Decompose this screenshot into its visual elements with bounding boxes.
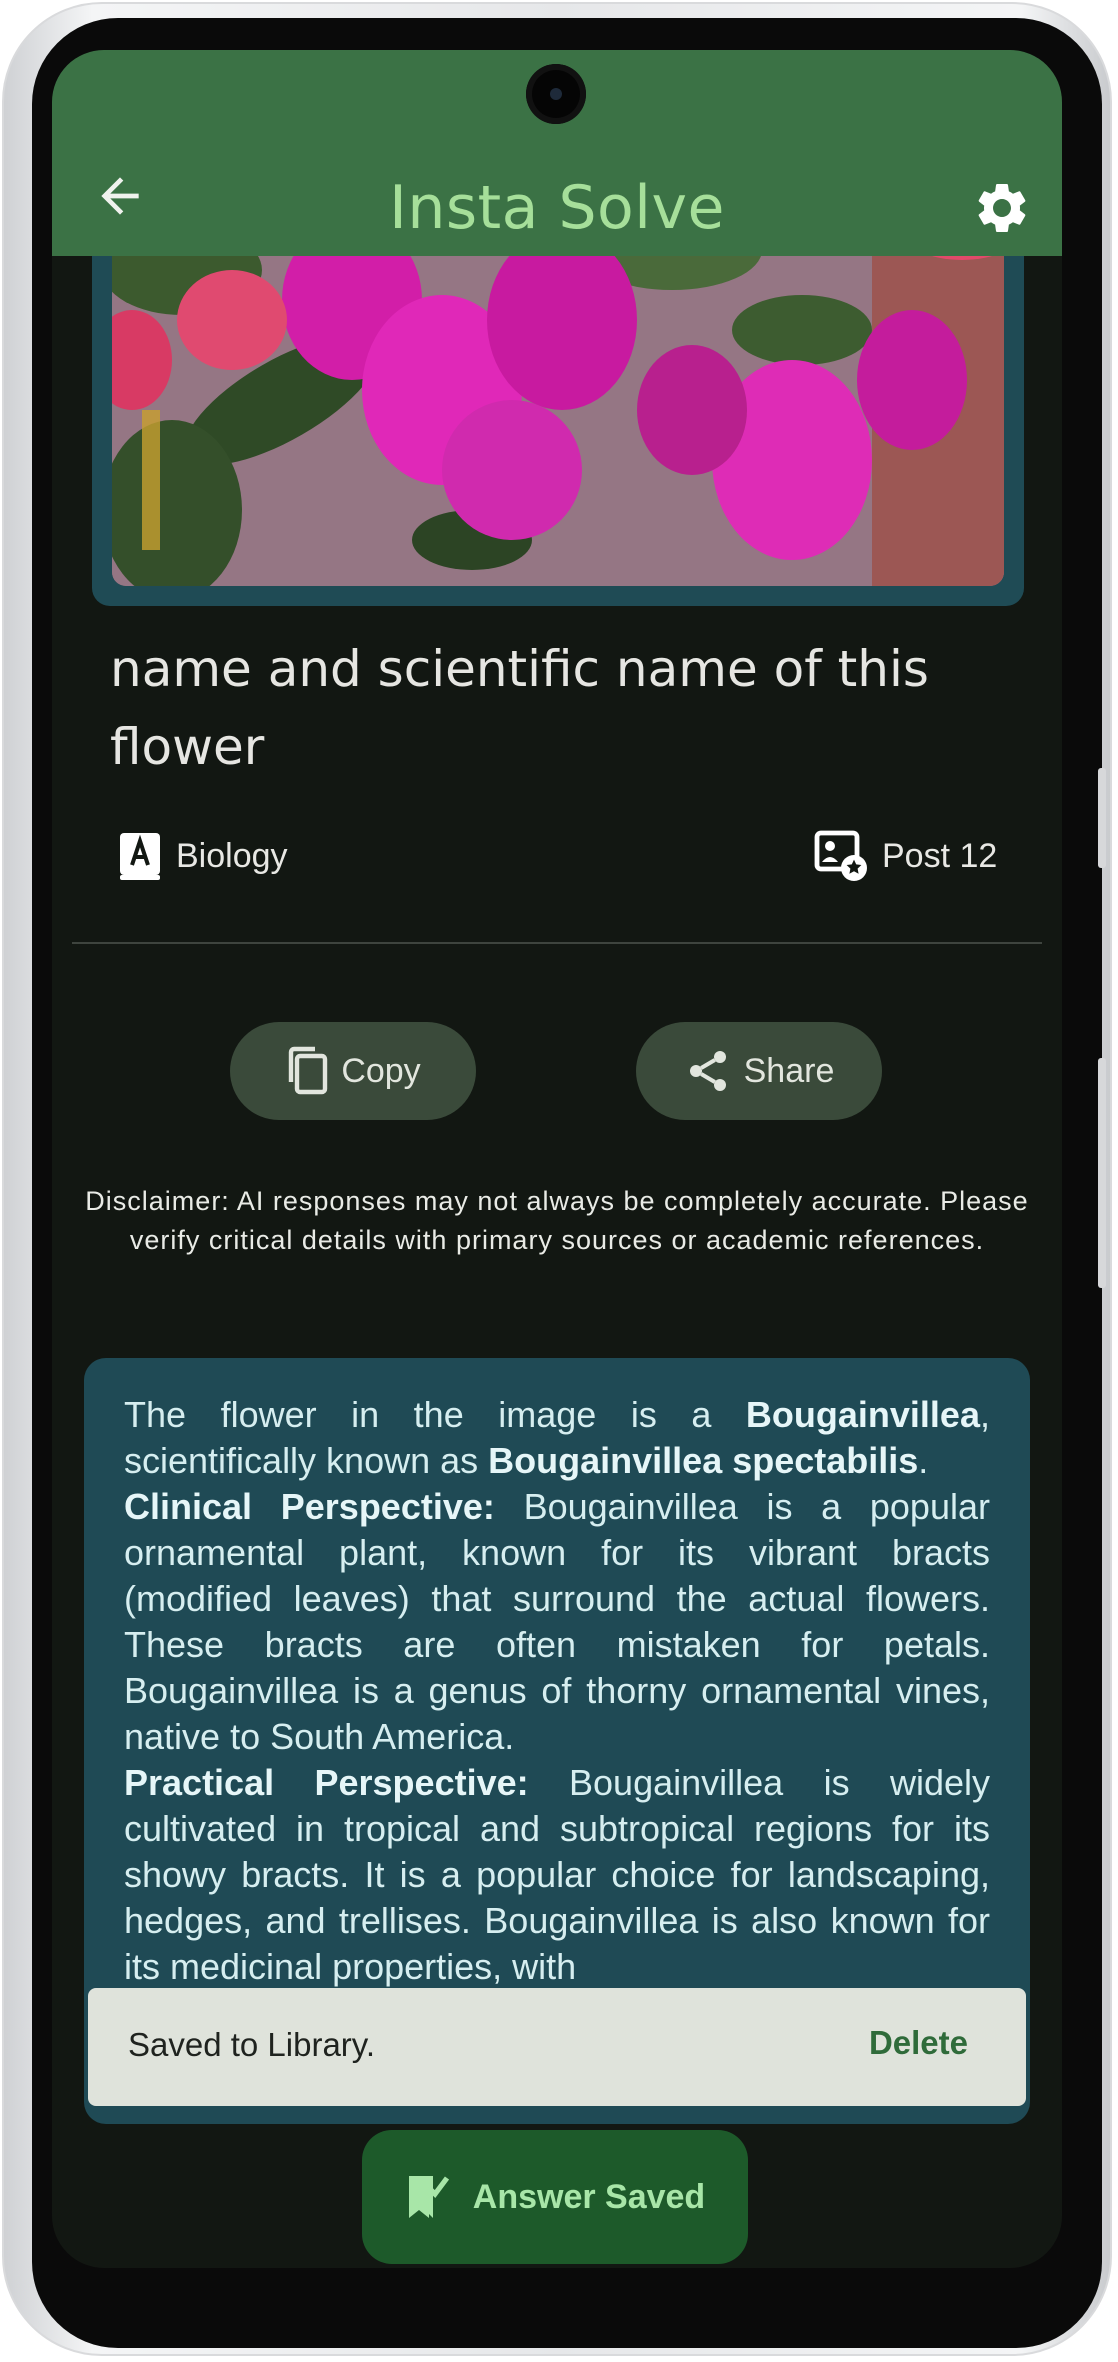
- clinical-perspective-heading: Clinical Perspective:: [124, 1486, 495, 1527]
- flower-common-name: Bougainvillea: [745, 1394, 980, 1435]
- answer-intro-text: The flower in the image is a: [124, 1394, 746, 1435]
- answer-intro-end: .: [918, 1440, 929, 1481]
- book-a-icon: [120, 833, 160, 880]
- gear-icon: [978, 183, 1026, 232]
- back-button[interactable]: [92, 168, 148, 224]
- answer-paragraph-clinical: Clinical Perspective: Bougainvillea is a…: [124, 1484, 990, 1760]
- subject-label: Biology: [176, 836, 288, 875]
- delete-button[interactable]: Delete: [869, 2024, 968, 2062]
- bookmark-check-icon: [408, 2176, 449, 2218]
- answer-saved-label: Answer Saved: [472, 2177, 706, 2216]
- settings-button[interactable]: [972, 178, 1032, 238]
- arrow-left-icon: [101, 177, 139, 215]
- share-icon: [689, 1051, 726, 1091]
- question-text: name and scientific name of this flower: [110, 640, 929, 776]
- answer-paragraph-intro: The flower in the image is a Bougainvill…: [124, 1392, 990, 1484]
- flower-photo: [112, 210, 1004, 586]
- volume-button: [1098, 1058, 1106, 1288]
- device-frame: Insta Solve name and scientific name of …: [2, 2, 1112, 2356]
- share-label: Share: [743, 1051, 835, 1090]
- practical-perspective-heading: Practical Perspective:: [124, 1762, 529, 1803]
- snackbar-message: Saved to Library.: [128, 2026, 376, 2063]
- divider: [72, 942, 1042, 944]
- answer-paragraph-practical: Practical Perspective: Bougainvillea is …: [124, 1760, 990, 1990]
- app-bar: Insta Solve: [52, 50, 1062, 256]
- answer-saved-button[interactable]: Answer Saved: [362, 2130, 748, 2264]
- subject-tag: Biology: [118, 828, 288, 884]
- app-title: Insta Solve: [389, 173, 725, 243]
- post-tag: Post 12: [814, 828, 997, 884]
- copy-icon: [289, 1046, 328, 1095]
- flower-scientific-name: Bougainvillea spectabilis: [488, 1440, 919, 1481]
- answer-text: The flower in the image is a Bougainvill…: [124, 1392, 990, 1990]
- disclaimer-text: Disclaimer: AI responses may not always …: [85, 1186, 1029, 1255]
- post-label: Post 12: [882, 836, 998, 875]
- post-badge-icon: [814, 830, 867, 881]
- copy-button[interactable]: Copy: [230, 1022, 476, 1120]
- snackbar: Saved to Library. Delete: [88, 1988, 1026, 2106]
- copy-label: Copy: [341, 1051, 421, 1090]
- front-camera: [526, 64, 586, 124]
- share-button[interactable]: Share: [636, 1022, 882, 1120]
- phone-screen: Insta Solve name and scientific name of …: [52, 50, 1062, 2268]
- side-button: [1098, 768, 1106, 868]
